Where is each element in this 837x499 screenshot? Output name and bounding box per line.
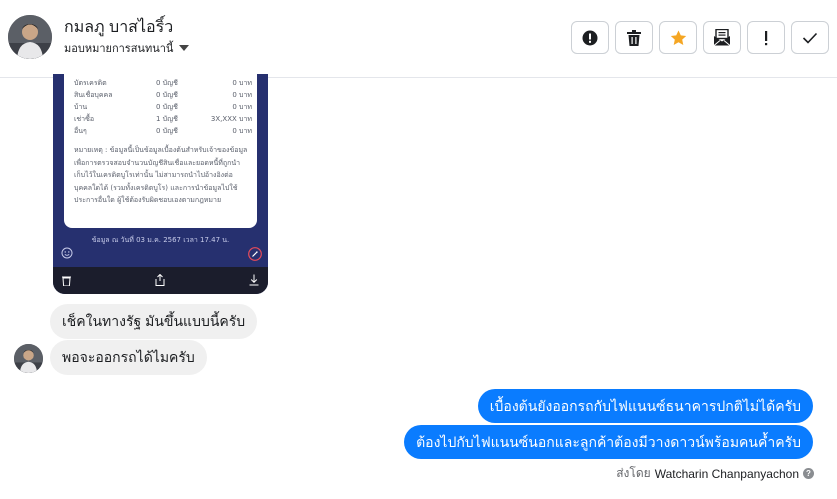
disclaimer-note: หมายเหตุ : ข้อมูลนี้เป็นข้อมูลเบื้องต้นส…: [74, 146, 248, 204]
smiley-icon: [61, 247, 73, 259]
phone-toolbar: [53, 267, 268, 294]
download-icon: [249, 274, 259, 286]
edit-icon: [248, 247, 262, 261]
summary-row: อื่นๆ 0 บัญชี 0 บาท: [74, 127, 252, 135]
contact-name[interactable]: กมลภู บาสไอริ์ว: [64, 15, 173, 40]
mark-unread-button[interactable]: [703, 21, 741, 54]
sender-name: Watcharin Chanpanyachon: [654, 466, 799, 481]
check-icon: [802, 32, 818, 44]
outgoing-message[interactable]: ต้องไปกับไฟแนนซ์นอกและลูกค้าต้องมีวางดาว…: [404, 425, 813, 459]
data-date-label: ข้อมูล ณ วันที่ 03 ม.ค. 2567 เวลา 17.47 …: [91, 236, 230, 244]
summary-row: บัตรเครดิต 0 บัญชี 0 บาท: [74, 79, 252, 87]
star-icon: [670, 30, 686, 45]
incoming-message[interactable]: พอจะออกรถได้ไมครับ: [50, 340, 207, 375]
exclamation-icon: [765, 30, 768, 45]
summary-row: เช่าซื้อ 1 บัญชี 3X,XXX บาท: [74, 115, 252, 123]
star-button[interactable]: [659, 21, 697, 54]
credit-summary-card: บัตรเครดิต 0 บัญชี 0 บาท สินเชื่อบุคคล 0 บั…: [64, 74, 257, 228]
conversation-view: กมลภู บาสไอริ์ว มอบหมายการสนทนานี้ บัตรเ…: [0, 0, 837, 499]
trash-icon: [627, 29, 641, 46]
summary-row: บ้าน 0 บัญชี 0 บาท: [74, 103, 252, 111]
mark-done-button[interactable]: [791, 21, 829, 54]
caret-down-icon: [179, 45, 190, 51]
trash-icon: [62, 276, 71, 286]
incoming-message[interactable]: เช็คในทางรัฐ มันขึ้นแบบนี้ครับ: [50, 304, 258, 339]
assign-conversation-dropdown[interactable]: มอบหมายการสนทนานี้: [64, 39, 190, 57]
delete-button[interactable]: [615, 21, 653, 54]
conversation-header: กมลภู บาสไอริ์ว มอบหมายการสนทนานี้: [0, 0, 837, 78]
help-icon[interactable]: ?: [803, 468, 814, 479]
assign-label: มอบหมายการสนทนานี้: [64, 43, 174, 55]
report-spam-button[interactable]: [571, 21, 609, 54]
alert-circle-icon: [582, 30, 598, 45]
share-icon: [155, 274, 165, 286]
outgoing-message[interactable]: เบื้องต้นยังออกรถกับไฟแนนซ์ธนาคารปกติไม่…: [477, 389, 813, 423]
sent-by-label: ส่งโดย Watcharin Chanpanyachon ?: [616, 464, 814, 483]
shared-image-attachment[interactable]: บัตรเครดิต 0 บัญชี 0 บาท สินเชื่อบุคคล 0 บั…: [53, 74, 268, 294]
contact-avatar-small[interactable]: [14, 344, 43, 373]
follow-up-button[interactable]: [747, 21, 785, 54]
sent-by-prefix: ส่งโดย: [616, 466, 651, 480]
conversation-actions: [571, 21, 829, 54]
summary-row: สินเชื่อบุคคล 0 บัญชี 0 บาท: [74, 91, 252, 99]
contact-avatar[interactable]: [8, 15, 52, 59]
envelope-icon: [713, 29, 731, 46]
